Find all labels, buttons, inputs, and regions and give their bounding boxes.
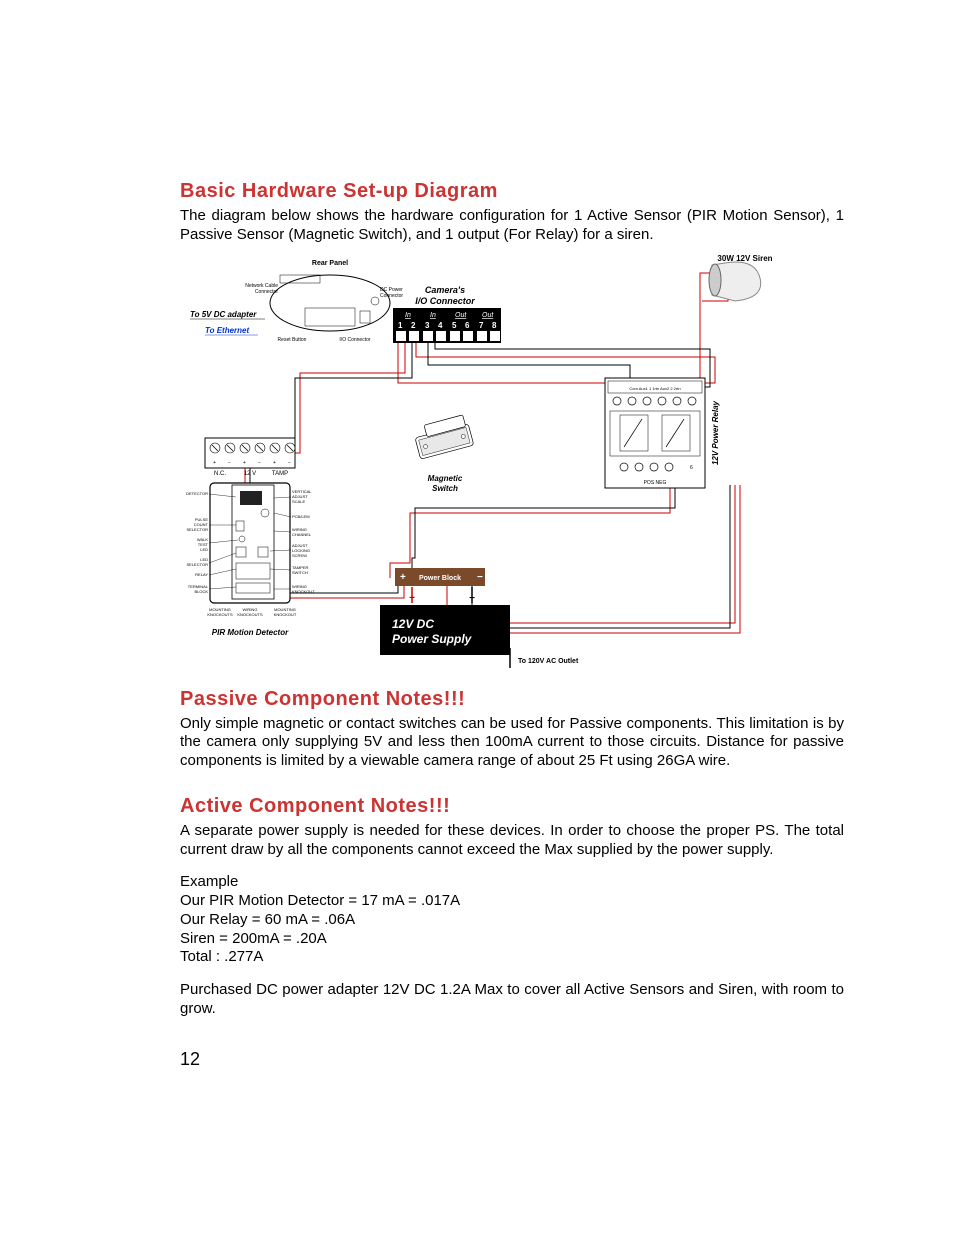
example-label: Example xyxy=(180,873,844,892)
svg-text:SELECTOR: SELECTOR xyxy=(187,562,209,567)
heading-basic-hardware: Basic Hardware Set-up Diagram xyxy=(180,180,844,203)
svg-text:4: 4 xyxy=(438,321,443,330)
svg-text:I/O Connector: I/O Connector xyxy=(339,337,370,343)
svg-text:+: + xyxy=(243,460,246,466)
svg-text:Rear Panel: Rear Panel xyxy=(312,260,348,267)
svg-text:I/O Connector: I/O Connector xyxy=(415,296,475,306)
passive-text: Only simple magnetic or contact switches… xyxy=(180,715,844,771)
svg-text:1: 1 xyxy=(398,321,403,330)
svg-text:−: − xyxy=(469,593,475,604)
svg-text:−: − xyxy=(228,460,231,466)
svg-text:To 120V AC Outlet: To 120V AC Outlet xyxy=(518,658,579,665)
heading-passive-notes: Passive Component Notes!!! xyxy=(180,688,844,711)
example-line-4: Total : .277A xyxy=(180,948,844,967)
svg-text:+: + xyxy=(409,593,415,604)
io-connector-block: Camera's I/O Connector In In Out Out 1 2… xyxy=(393,285,501,343)
svg-text:5: 5 xyxy=(452,321,457,330)
example-line-3: Siren = 200mA = .20A xyxy=(180,930,844,949)
svg-text:12V Power Relay: 12V Power Relay xyxy=(711,400,720,465)
svg-text:KNOCKOUT: KNOCKOUT xyxy=(292,589,315,594)
svg-text:Camera's: Camera's xyxy=(425,285,465,295)
svg-text:Connector: Connector xyxy=(380,293,403,299)
svg-text:PCB/LEM: PCB/LEM xyxy=(292,514,310,519)
svg-text:12 V: 12 V xyxy=(244,471,256,477)
power-block: + − Power Block + − xyxy=(395,568,485,604)
svg-text:8: 8 xyxy=(492,321,497,330)
svg-text:SWITCH: SWITCH xyxy=(292,570,308,575)
svg-text:6: 6 xyxy=(465,321,470,330)
active-text-2: Purchased DC power adapter 12V DC 1.2A M… xyxy=(180,981,844,1019)
siren-device: 30W 12V Siren xyxy=(709,254,773,301)
svg-text:KNOCKOUTS: KNOCKOUTS xyxy=(237,612,263,617)
svg-text:−: − xyxy=(288,460,291,466)
svg-text:Switch: Switch xyxy=(432,484,458,493)
svg-text:2: 2 xyxy=(411,321,416,330)
svg-text:Reset Button: Reset Button xyxy=(278,337,307,343)
power-relay-device: Com Aux1 1 1rtn Aux2 2 2rtn xyxy=(605,378,720,488)
svg-text:SCREW: SCREW xyxy=(292,553,307,558)
svg-text:Connector: Connector xyxy=(255,289,278,295)
svg-text:+: + xyxy=(273,460,276,466)
pir-detector-device: DETECTOR PULSE COUNT SELECTOR WALK TEST … xyxy=(186,483,315,637)
label-to-ethernet: To Ethernet xyxy=(205,326,249,335)
svg-text:N.C.: N.C. xyxy=(214,471,226,477)
example-line-1: Our PIR Motion Detector = 17 mA = .017A xyxy=(180,892,844,911)
svg-text:6: 6 xyxy=(690,465,693,471)
svg-text:+: + xyxy=(213,460,216,466)
svg-text:In: In xyxy=(430,312,436,319)
page-number: 12 xyxy=(180,1049,844,1070)
svg-text:12V DC: 12V DC xyxy=(392,617,434,631)
svg-text:Power Supply: Power Supply xyxy=(392,632,473,646)
power-supply: 12V DC Power Supply To 120V AC Outlet xyxy=(380,605,579,668)
svg-text:−: − xyxy=(258,460,261,466)
svg-text:DETECTOR: DETECTOR xyxy=(186,491,208,496)
svg-text:3: 3 xyxy=(425,321,430,330)
svg-text:+: + xyxy=(400,572,406,583)
svg-text:30W 12V Siren: 30W 12V Siren xyxy=(717,254,772,263)
svg-text:SELECTOR: SELECTOR xyxy=(187,527,209,532)
camera-device: Rear Panel Network Cable Connector DC Po… xyxy=(245,260,403,343)
svg-text:Magnetic: Magnetic xyxy=(428,474,463,483)
svg-text:In: In xyxy=(405,312,411,319)
pir-terminal-block: + − + − + − N.C. 12 V TAMP xyxy=(205,438,295,477)
svg-text:KNOCKOUT: KNOCKOUT xyxy=(274,612,297,617)
heading-active-notes: Active Component Notes!!! xyxy=(180,795,844,818)
svg-text:BLOCK: BLOCK xyxy=(194,589,208,594)
example-line-2: Our Relay = 60 mA = .06A xyxy=(180,911,844,930)
svg-text:LED: LED xyxy=(200,547,208,552)
label-5v-adapter: To 5V DC adapter xyxy=(190,310,257,319)
svg-text:KNOCKOUTS: KNOCKOUTS xyxy=(207,612,233,617)
svg-text:CHANNEL: CHANNEL xyxy=(292,532,312,537)
magnetic-switch-device: Magnetic Switch xyxy=(412,414,473,493)
svg-text:Com Aux1 1 1rtn Aux2 2 2: Com Aux1 1 1rtn Aux2 2 2rtn xyxy=(629,386,680,391)
svg-text:RELAY: RELAY xyxy=(195,572,208,577)
svg-text:PIR Motion Detector: PIR Motion Detector xyxy=(212,628,289,637)
svg-text:POS NEG: POS NEG xyxy=(644,480,667,486)
svg-text:Out: Out xyxy=(455,312,467,319)
svg-text:TAMP: TAMP xyxy=(272,471,288,477)
svg-text:−: − xyxy=(477,572,483,583)
svg-text:Out: Out xyxy=(482,312,494,319)
hardware-diagram: Rear Panel Network Cable Connector DC Po… xyxy=(180,253,820,678)
svg-text:SCALE: SCALE xyxy=(292,499,305,504)
svg-text:Power Block: Power Block xyxy=(419,575,461,582)
intro-text: The diagram below shows the hardware con… xyxy=(180,207,844,245)
svg-text:7: 7 xyxy=(479,321,484,330)
active-text-1: A separate power supply is needed for th… xyxy=(180,822,844,860)
